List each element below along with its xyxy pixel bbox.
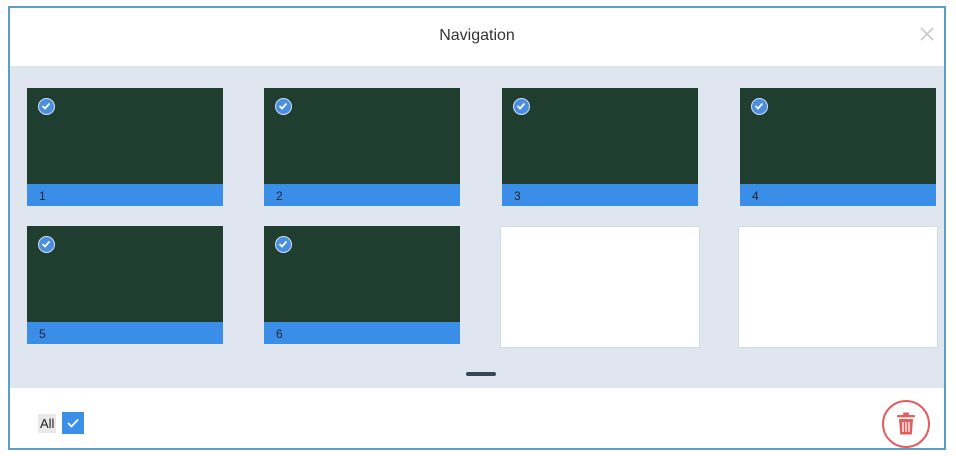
selected-check-icon[interactable] bbox=[38, 236, 55, 253]
page-thumbnail-1[interactable]: 1 bbox=[27, 88, 223, 206]
page-thumbnail-3[interactable]: 3 bbox=[502, 88, 698, 206]
selected-check-icon[interactable] bbox=[275, 236, 292, 253]
trash-icon bbox=[897, 412, 915, 435]
page-thumbnail-6[interactable]: 6 bbox=[264, 226, 460, 344]
page-number: 1 bbox=[39, 189, 46, 203]
page-label-bar: 1 bbox=[27, 184, 223, 206]
close-icon bbox=[920, 27, 934, 41]
page-number: 3 bbox=[514, 189, 521, 203]
page-number: 5 bbox=[39, 327, 46, 341]
selected-check-icon[interactable] bbox=[275, 98, 292, 115]
page-label-bar: 2 bbox=[264, 184, 460, 206]
page-number: 6 bbox=[276, 327, 283, 341]
selected-check-icon[interactable] bbox=[38, 98, 55, 115]
close-button[interactable] bbox=[918, 25, 936, 43]
dialog-footer: All bbox=[10, 388, 944, 448]
page-label-bar: 4 bbox=[740, 184, 936, 206]
page-thumbnail-5[interactable]: 5 bbox=[27, 226, 223, 344]
page-thumbnail-grid: 1 2 3 4 5 6 bbox=[10, 66, 944, 388]
page-label-bar: 3 bbox=[502, 184, 698, 206]
selected-check-icon[interactable] bbox=[751, 98, 768, 115]
select-all-label: All bbox=[38, 414, 57, 433]
page-label-bar: 6 bbox=[264, 322, 460, 344]
selected-check-icon[interactable] bbox=[513, 98, 530, 115]
page-number: 2 bbox=[276, 189, 283, 203]
page-label-bar: 5 bbox=[27, 322, 223, 344]
select-all-checkbox[interactable] bbox=[62, 412, 84, 434]
page-thumbnail-2[interactable]: 2 bbox=[264, 88, 460, 206]
empty-page-slot[interactable] bbox=[738, 226, 938, 348]
page-indicator[interactable] bbox=[466, 372, 496, 376]
check-icon bbox=[67, 418, 79, 428]
navigation-dialog: Navigation 1 2 3 4 5 6 All bbox=[8, 6, 946, 450]
empty-page-slot[interactable] bbox=[500, 226, 700, 348]
dialog-header: Navigation bbox=[10, 8, 944, 66]
page-number: 4 bbox=[752, 189, 759, 203]
dialog-title: Navigation bbox=[439, 27, 515, 44]
page-thumbnail-4[interactable]: 4 bbox=[740, 88, 936, 206]
delete-button[interactable] bbox=[882, 400, 930, 448]
